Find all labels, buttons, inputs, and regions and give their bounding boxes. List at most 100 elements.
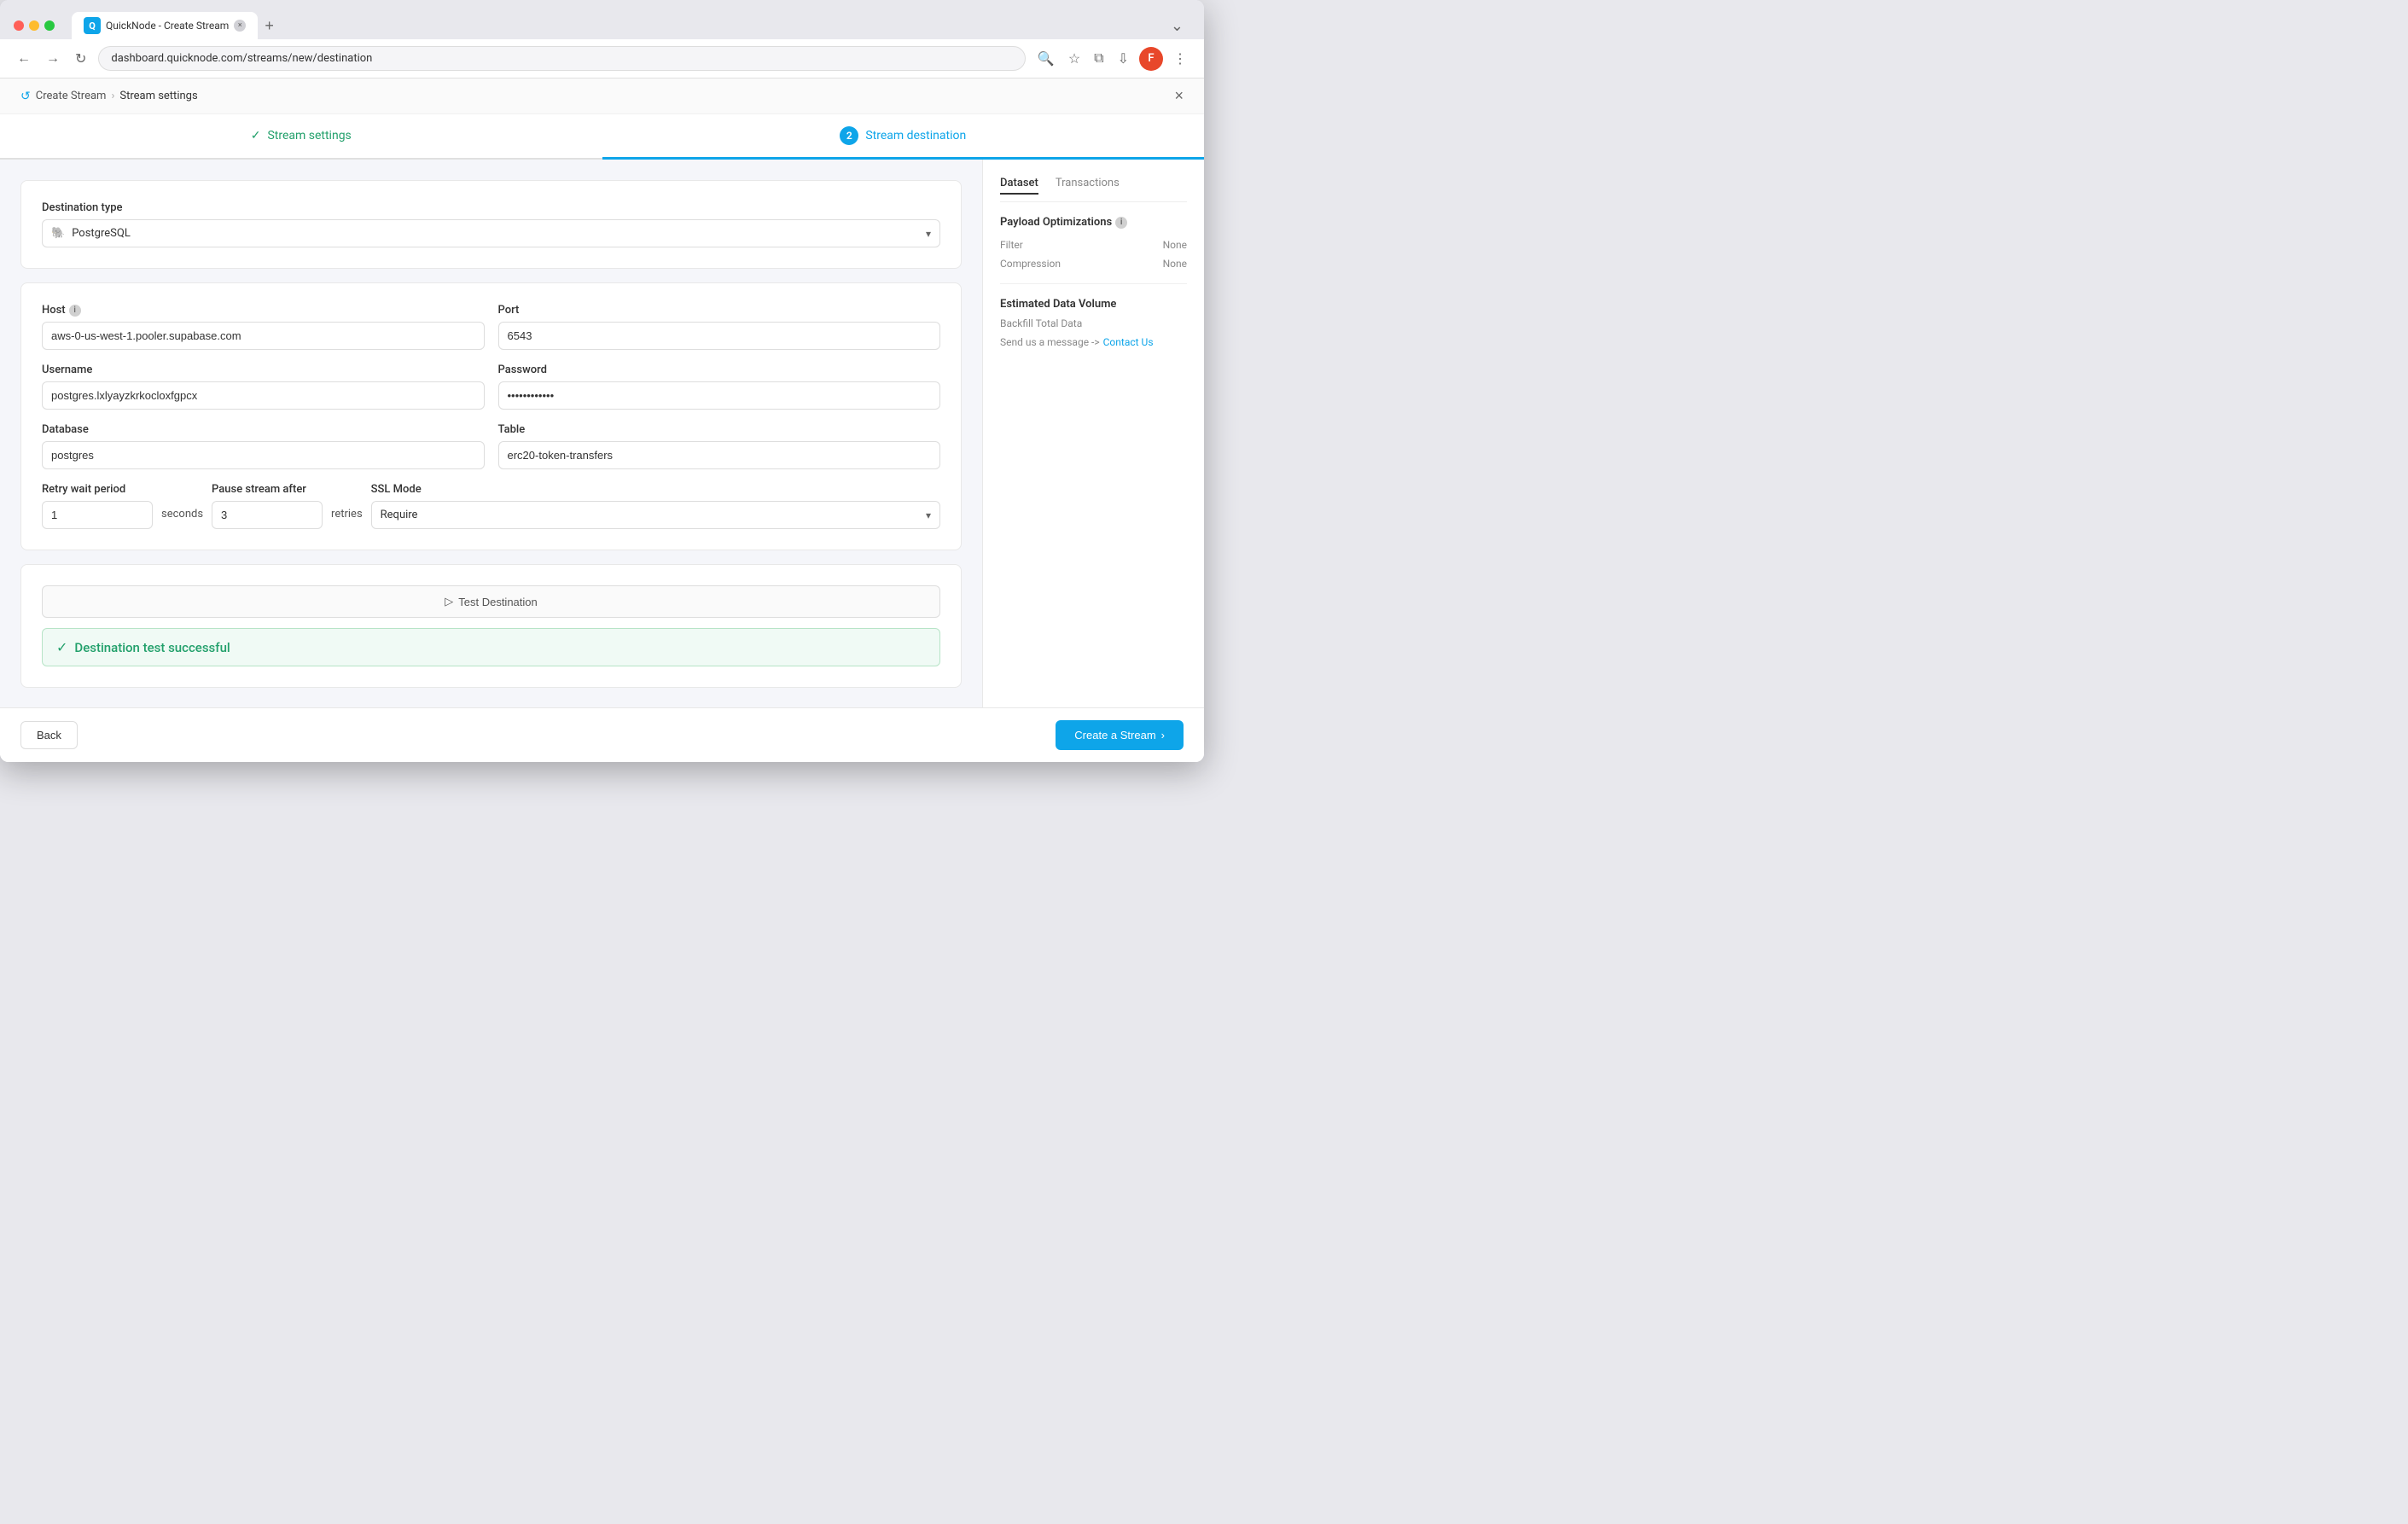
payload-info-icon[interactable]: i [1115, 217, 1127, 229]
retry-field-group: Retry wait period [42, 483, 153, 529]
port-field-group: Port [498, 304, 941, 350]
breadcrumb-separator: › [111, 90, 114, 102]
password-input[interactable] [498, 381, 941, 410]
step-2-number: 2 [840, 126, 858, 145]
filter-row: Filter None [1000, 239, 1187, 251]
create-stream-label: Create a Stream [1074, 729, 1155, 742]
user-avatar[interactable]: F [1139, 47, 1163, 71]
back-button[interactable]: Back [20, 721, 78, 749]
username-label: Username [42, 364, 485, 376]
ssl-mode-field-group: SSL Mode Require ▾ [371, 483, 940, 529]
username-input[interactable] [42, 381, 485, 410]
database-label: Database [42, 423, 485, 436]
play-icon: ▷ [445, 595, 453, 608]
maximize-traffic-light[interactable] [44, 20, 55, 31]
host-input[interactable] [42, 322, 485, 350]
host-field-group: Host i [42, 304, 485, 350]
sidebar-tabs: Dataset Transactions [1000, 177, 1187, 202]
contact-us-link[interactable]: Contact Us [1103, 336, 1154, 348]
bottom-bar: Back Create a Stream › [0, 707, 1204, 762]
ssl-mode-select[interactable]: Require ▾ [371, 501, 940, 529]
table-field-group: Table [498, 423, 941, 469]
database-field-group: Database [42, 423, 485, 469]
ssl-chevron-icon: ▾ [926, 509, 931, 521]
postgres-icon: 🐘 [51, 227, 65, 240]
reload-button[interactable]: ↻ [72, 47, 90, 71]
search-icon[interactable]: 🔍 [1034, 47, 1058, 71]
minimize-traffic-light[interactable] [29, 20, 39, 31]
extensions-icon[interactable]: ⧉ [1091, 48, 1107, 70]
step-2-stream-destination[interactable]: 2 Stream destination [602, 114, 1205, 160]
app-content: ↺ Create Stream › Stream settings × ✓ St… [0, 79, 1204, 762]
url-bar[interactable]: dashboard.quicknode.com/streams/new/dest… [98, 46, 1025, 71]
download-icon[interactable]: ⇩ [1114, 47, 1132, 71]
retry-input[interactable] [42, 501, 153, 529]
close-breadcrumb-button[interactable]: × [1174, 87, 1184, 105]
close-traffic-light[interactable] [14, 20, 24, 31]
breadcrumb-logo-icon: ↺ [20, 90, 31, 103]
success-banner: ✓ Destination test successful [42, 628, 940, 666]
password-field-group: Password [498, 364, 941, 410]
host-port-row: Host i Port [42, 304, 940, 350]
window-controls-button[interactable]: ⌄ [1164, 14, 1190, 38]
url-text: dashboard.quicknode.com/streams/new/dest… [111, 52, 372, 65]
new-tab-button[interactable]: + [258, 17, 281, 35]
username-password-row: Username Password [42, 364, 940, 410]
destination-type-select[interactable]: 🐘 PostgreSQL ▾ [42, 219, 940, 247]
database-table-row: Database Table [42, 423, 940, 469]
navigation-bar: ← → ↻ dashboard.quicknode.com/streams/ne… [0, 39, 1204, 79]
pause-label: Pause stream after [212, 483, 323, 496]
estimated-data-volume-section: Estimated Data Volume Backfill Total Dat… [1000, 298, 1187, 348]
backfill-label: Backfill Total Data [1000, 317, 1187, 329]
form-area: Destination type 🐘 PostgreSQL ▾ Host [0, 160, 982, 707]
tab-close-button[interactable]: × [234, 20, 246, 32]
step-1-stream-settings[interactable]: ✓ Stream settings [0, 114, 602, 160]
back-nav-button[interactable]: ← [14, 48, 34, 70]
seconds-suffix: seconds [161, 508, 203, 529]
forward-nav-button[interactable]: → [43, 48, 63, 70]
active-tab[interactable]: Q QuickNode - Create Stream × [72, 12, 258, 39]
compression-row: Compression None [1000, 258, 1187, 270]
send-message-text: Send us a message -> [1000, 336, 1100, 348]
test-destination-button[interactable]: ▷ Test Destination [42, 585, 940, 618]
username-field-group: Username [42, 364, 485, 410]
compression-value: None [1163, 258, 1187, 270]
breadcrumb-parent-link[interactable]: Create Stream [36, 90, 107, 102]
bookmark-icon[interactable]: ☆ [1065, 47, 1084, 71]
traffic-lights [14, 20, 55, 31]
database-input[interactable] [42, 441, 485, 469]
table-input[interactable] [498, 441, 941, 469]
host-label: Host i [42, 304, 485, 317]
test-destination-card: ▷ Test Destination ✓ Destination test su… [20, 564, 962, 688]
ssl-mode-value: Require [381, 509, 418, 521]
success-check-icon: ✓ [56, 639, 67, 655]
port-label: Port [498, 304, 941, 317]
step-1-check-icon: ✓ [251, 129, 261, 143]
retry-label: Retry wait period [42, 483, 153, 496]
test-destination-label: Test Destination [458, 596, 538, 608]
main-body: Destination type 🐘 PostgreSQL ▾ Host [0, 160, 1204, 707]
nav-icons: 🔍 ☆ ⧉ ⇩ F ⋮ [1034, 47, 1190, 71]
sidebar-tab-transactions[interactable]: Transactions [1056, 177, 1120, 195]
right-sidebar: Dataset Transactions Payload Optimizatio… [982, 160, 1204, 707]
destination-type-card: Destination type 🐘 PostgreSQL ▾ [20, 180, 962, 269]
create-stream-arrow-icon: › [1161, 729, 1165, 742]
destination-type-value: PostgreSQL [72, 227, 131, 240]
destination-type-label: Destination type [42, 201, 940, 214]
ssl-mode-label: SSL Mode [371, 483, 940, 496]
estimated-title: Estimated Data Volume [1000, 298, 1187, 311]
create-stream-button[interactable]: Create a Stream › [1056, 720, 1184, 750]
menu-icon[interactable]: ⋮ [1170, 47, 1190, 71]
port-input[interactable] [498, 322, 941, 350]
steps-header: ✓ Stream settings 2 Stream destination [0, 114, 1204, 160]
qn-logo-icon: Q [84, 17, 101, 34]
tab-bar: Q QuickNode - Create Stream × + [72, 12, 281, 39]
sidebar-tab-dataset[interactable]: Dataset [1000, 177, 1038, 195]
sidebar-divider [1000, 283, 1187, 284]
password-label: Password [498, 364, 941, 376]
pause-input[interactable] [212, 501, 323, 529]
table-label: Table [498, 423, 941, 436]
step-2-label: Stream destination [865, 129, 966, 143]
filter-value: None [1163, 239, 1187, 251]
host-info-icon[interactable]: i [69, 305, 81, 317]
